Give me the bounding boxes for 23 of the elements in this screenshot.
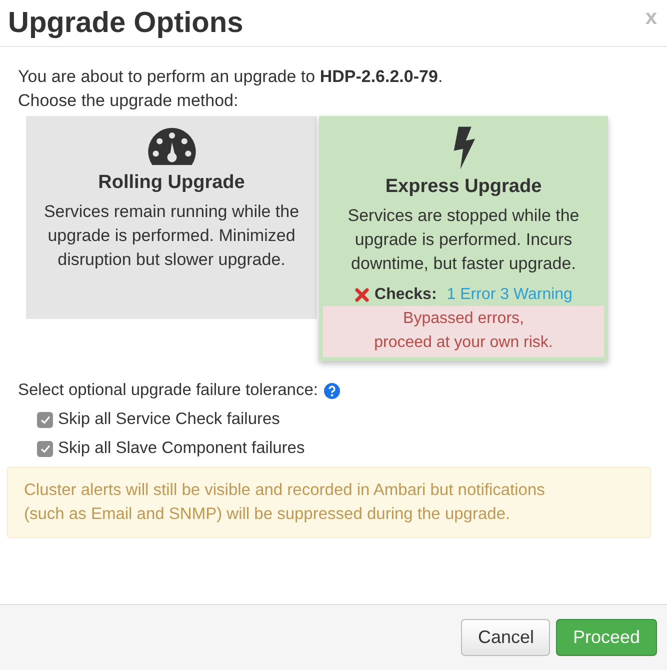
- method-description: Services are stopped while the upgrade is performed. Incurs downtime, but faster upgrade.: [346, 205, 580, 275]
- upgrade-method-card[interactable]: Express Upgrade Services are stopped while the upgrade is performed. Incurs downtime, but faster upgrade. Checks: 1 Error 3 Warning Bypassed errors, proceed at your own risk.: [319, 116, 608, 361]
- checkbox[interactable]: [37, 440, 53, 456]
- tolerance-label: Select optional upgrade failure tolerance:: [18, 381, 318, 400]
- cancel-button[interactable]: Cancel: [461, 619, 550, 656]
- method-title: Express Upgrade: [385, 176, 542, 198]
- prompt-text: Choose the upgrade method:: [18, 90, 240, 112]
- checks-label: Checks:: [374, 286, 437, 304]
- dialog-title: Upgrade Options: [8, 6, 244, 40]
- help-icon[interactable]: [324, 382, 340, 398]
- checkbox-label: Skip all Service Check failures: [58, 410, 280, 429]
- checkbox[interactable]: [37, 412, 53, 428]
- checkmark-icon: [40, 416, 50, 424]
- bypass-warning: Bypassed errors, proceed at your own risk.: [323, 306, 604, 357]
- alert-notice: Cluster alerts will still be visible and recorded in Ambari but notifications (such as Email and SNMP) will be suppressed during the upgrade.: [7, 467, 651, 538]
- method-description: Services remain running while the upgrade is performed. Minimized disruption but slower upgrade.: [42, 201, 300, 271]
- intro-text: You are about to perform an upgrade to HDP-2.6.2.0-79.: [18, 66, 444, 88]
- lightning-icon: [452, 126, 476, 170]
- gauge-icon: [146, 126, 196, 166]
- method-title: Rolling Upgrade: [98, 172, 245, 194]
- checkbox-label: Skip all Slave Component failures: [58, 439, 305, 458]
- checkmark-icon: [40, 444, 50, 452]
- upgrade-method-card[interactable]: Rolling Upgrade Services remain running while the upgrade is performed. Minimized disruption but slower upgrade.: [26, 116, 317, 319]
